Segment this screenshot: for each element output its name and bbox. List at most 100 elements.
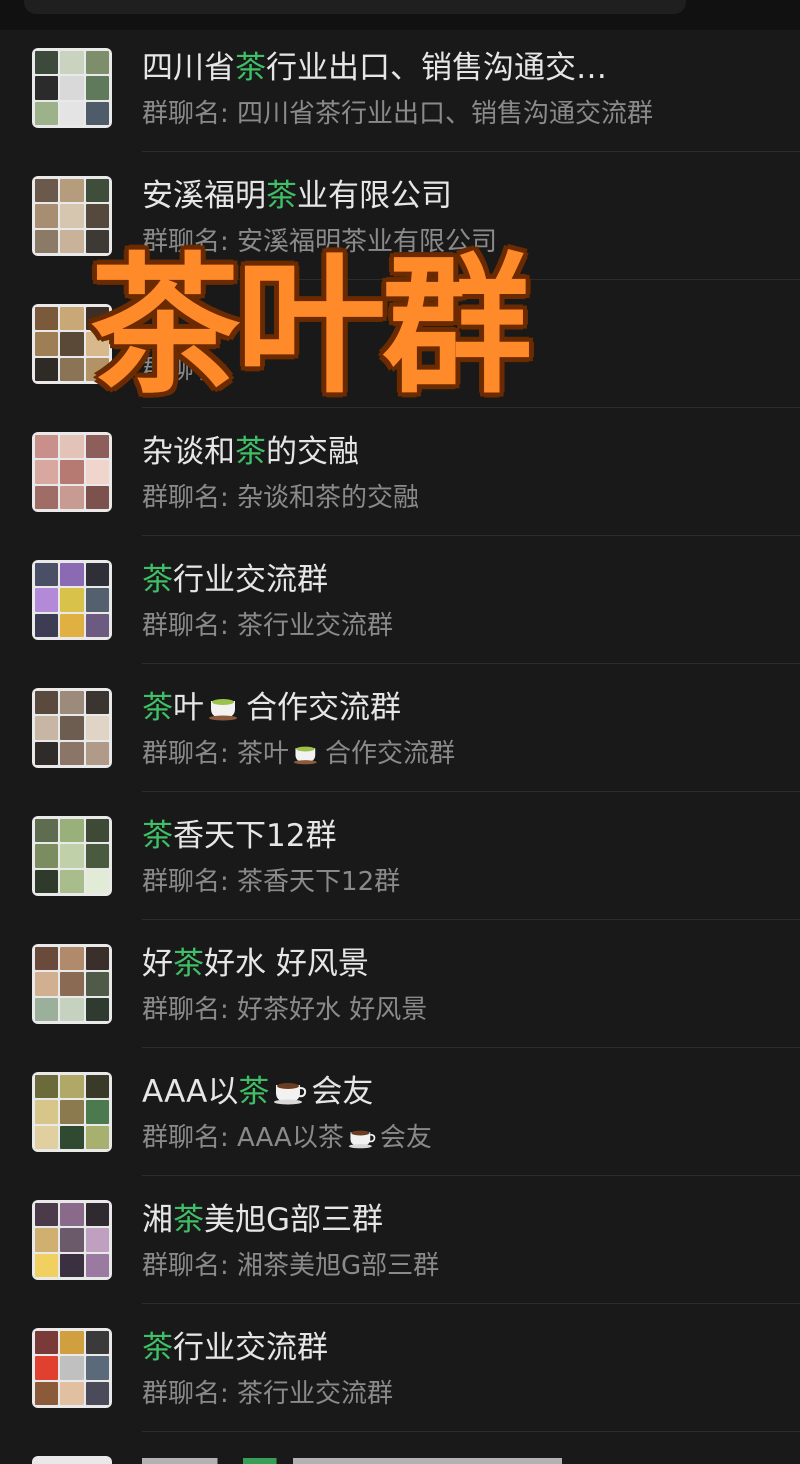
member-photo [35,1253,59,1277]
member-photo [85,691,109,715]
member-photo [85,76,109,100]
title-text: 美旭G部三群 [204,1202,384,1238]
member-photo [60,997,84,1021]
group-title: 茶香天下12群 [142,814,702,858]
member-photo [35,460,59,484]
member-photo [60,435,84,459]
member-photo [60,563,84,587]
member-photo [85,741,109,765]
member-photo [60,357,84,381]
member-photo [60,972,84,996]
member-photo [35,819,59,843]
member-photo [35,435,59,459]
group-avatar [32,1072,112,1152]
member-photo [60,844,84,868]
member-photo [85,1381,109,1405]
group-chat-name: 群聊名: 茶叶 合作交流群 [142,736,762,772]
member-photo [85,101,109,125]
title-text: 香天下12群 [173,818,337,854]
list-item[interactable]: 茶行业交流群 群聊名: 茶行业交流群 [0,1304,800,1432]
member-photo [35,563,59,587]
member-photo [60,613,84,637]
search-highlight: 茶 [142,562,173,598]
member-photo [60,1331,84,1355]
member-photo [85,997,109,1021]
member-photo [35,307,59,331]
member-photo [60,869,84,893]
group-title: 湘茶美旭G部三群 [142,1198,702,1242]
tea-cup-icon [209,699,237,721]
member-photo [60,101,84,125]
group-search-results-page: 四川省茶 行业出口、销售沟通交… 群聊名: 四川省茶行业出口、销售沟通交流群安溪福明… [0,0,800,1464]
list-item[interactable]: 茶行业交流群 群聊名: 茶行业交流群 [0,536,800,664]
group-chat-name: 群聊名: 好茶好水 好风景 [142,992,762,1028]
group-title: AAA以茶 会友 [142,1070,702,1114]
member-photo [85,819,109,843]
tea-cup-icon [293,746,317,765]
title-text: 行业出口、销售沟通交… [266,50,607,86]
search-highlight: 茶 [266,178,297,214]
list-item[interactable]: 茶叶 合作交流群 群聊名: 茶叶 合作交流群 [0,664,800,792]
subtitle-prefix: 群聊名: [142,867,238,897]
title-text: 好水 好风景 [204,946,369,982]
search-highlight: 茶 [173,1202,204,1238]
member-photo [35,101,59,125]
group-title: 安溪福明茶业有限公司 [142,174,702,218]
list-item[interactable]: 杂谈和茶的交融 群聊名: 杂谈和茶的交融 [0,408,800,536]
subtitle-prefix: 群聊名: [142,1123,238,1153]
group-title: 杂谈和茶的交融 [142,430,702,474]
member-photo [35,357,59,381]
group-avatar [32,816,112,896]
list-item[interactable]: 茶香天下12群 群聊名: 茶香天下12群 [0,792,800,920]
group-avatar [32,688,112,768]
group-chat-name: 群聊名: 四川省茶行业出口、销售沟通交流群 [142,96,762,132]
subtitle-name: 茶叶 [237,739,290,769]
member-photo [60,947,84,971]
member-photo [85,588,109,612]
subtitle-name: 合作交流群 [325,739,456,769]
member-photo [85,1203,109,1227]
title-text: 合作交流群 [246,690,401,726]
member-photo [60,716,84,740]
member-photo [35,588,59,612]
member-photo [60,691,84,715]
list-item[interactable]: AAA以茶 会友 群聊名: AAA以茶 会友 [0,1048,800,1176]
title-text: 四川省 [142,50,235,86]
list-item-partial[interactable] [0,1432,800,1464]
member-photo [85,869,109,893]
coffee-cup-icon [274,1083,307,1105]
member-photo [85,1100,109,1124]
member-photo [85,1125,109,1149]
member-photo [35,229,59,253]
group-avatar [32,1456,112,1464]
member-photo [85,613,109,637]
member-photo [60,819,84,843]
member-photo [85,716,109,740]
member-photo [35,1203,59,1227]
search-box[interactable] [24,0,686,14]
member-photo [60,204,84,228]
title-text: AAA以 [142,1074,239,1110]
member-photo [85,1075,109,1099]
subtitle-name: 茶香天下12群 [237,867,401,897]
member-photo [60,76,84,100]
group-avatar [32,48,112,128]
member-photo [35,844,59,868]
subtitle-prefix: 群聊名: [142,995,238,1025]
member-photo [35,972,59,996]
member-photo [60,1203,84,1227]
member-photo [60,179,84,203]
list-item[interactable]: 四川省茶行业出口、销售沟通交… 群聊名: 四川省茶行业出口、销售沟通交流群 [0,24,800,152]
member-photo [60,1100,84,1124]
member-photo [85,460,109,484]
member-photo [35,947,59,971]
member-photo [85,1253,109,1277]
list-item[interactable]: 好茶好水 好风景 群聊名: 好茶好水 好风景 [0,920,800,1048]
member-photo [35,1381,59,1405]
cut-off-title [142,1458,562,1464]
subtitle-name: 好茶好水 好风景 [237,995,428,1025]
list-item[interactable]: 湘茶美旭G部三群 群聊名: 湘茶美旭G部三群 [0,1176,800,1304]
search-highlight: 茶 [142,818,173,854]
member-photo [35,1356,59,1380]
member-photo [35,76,59,100]
